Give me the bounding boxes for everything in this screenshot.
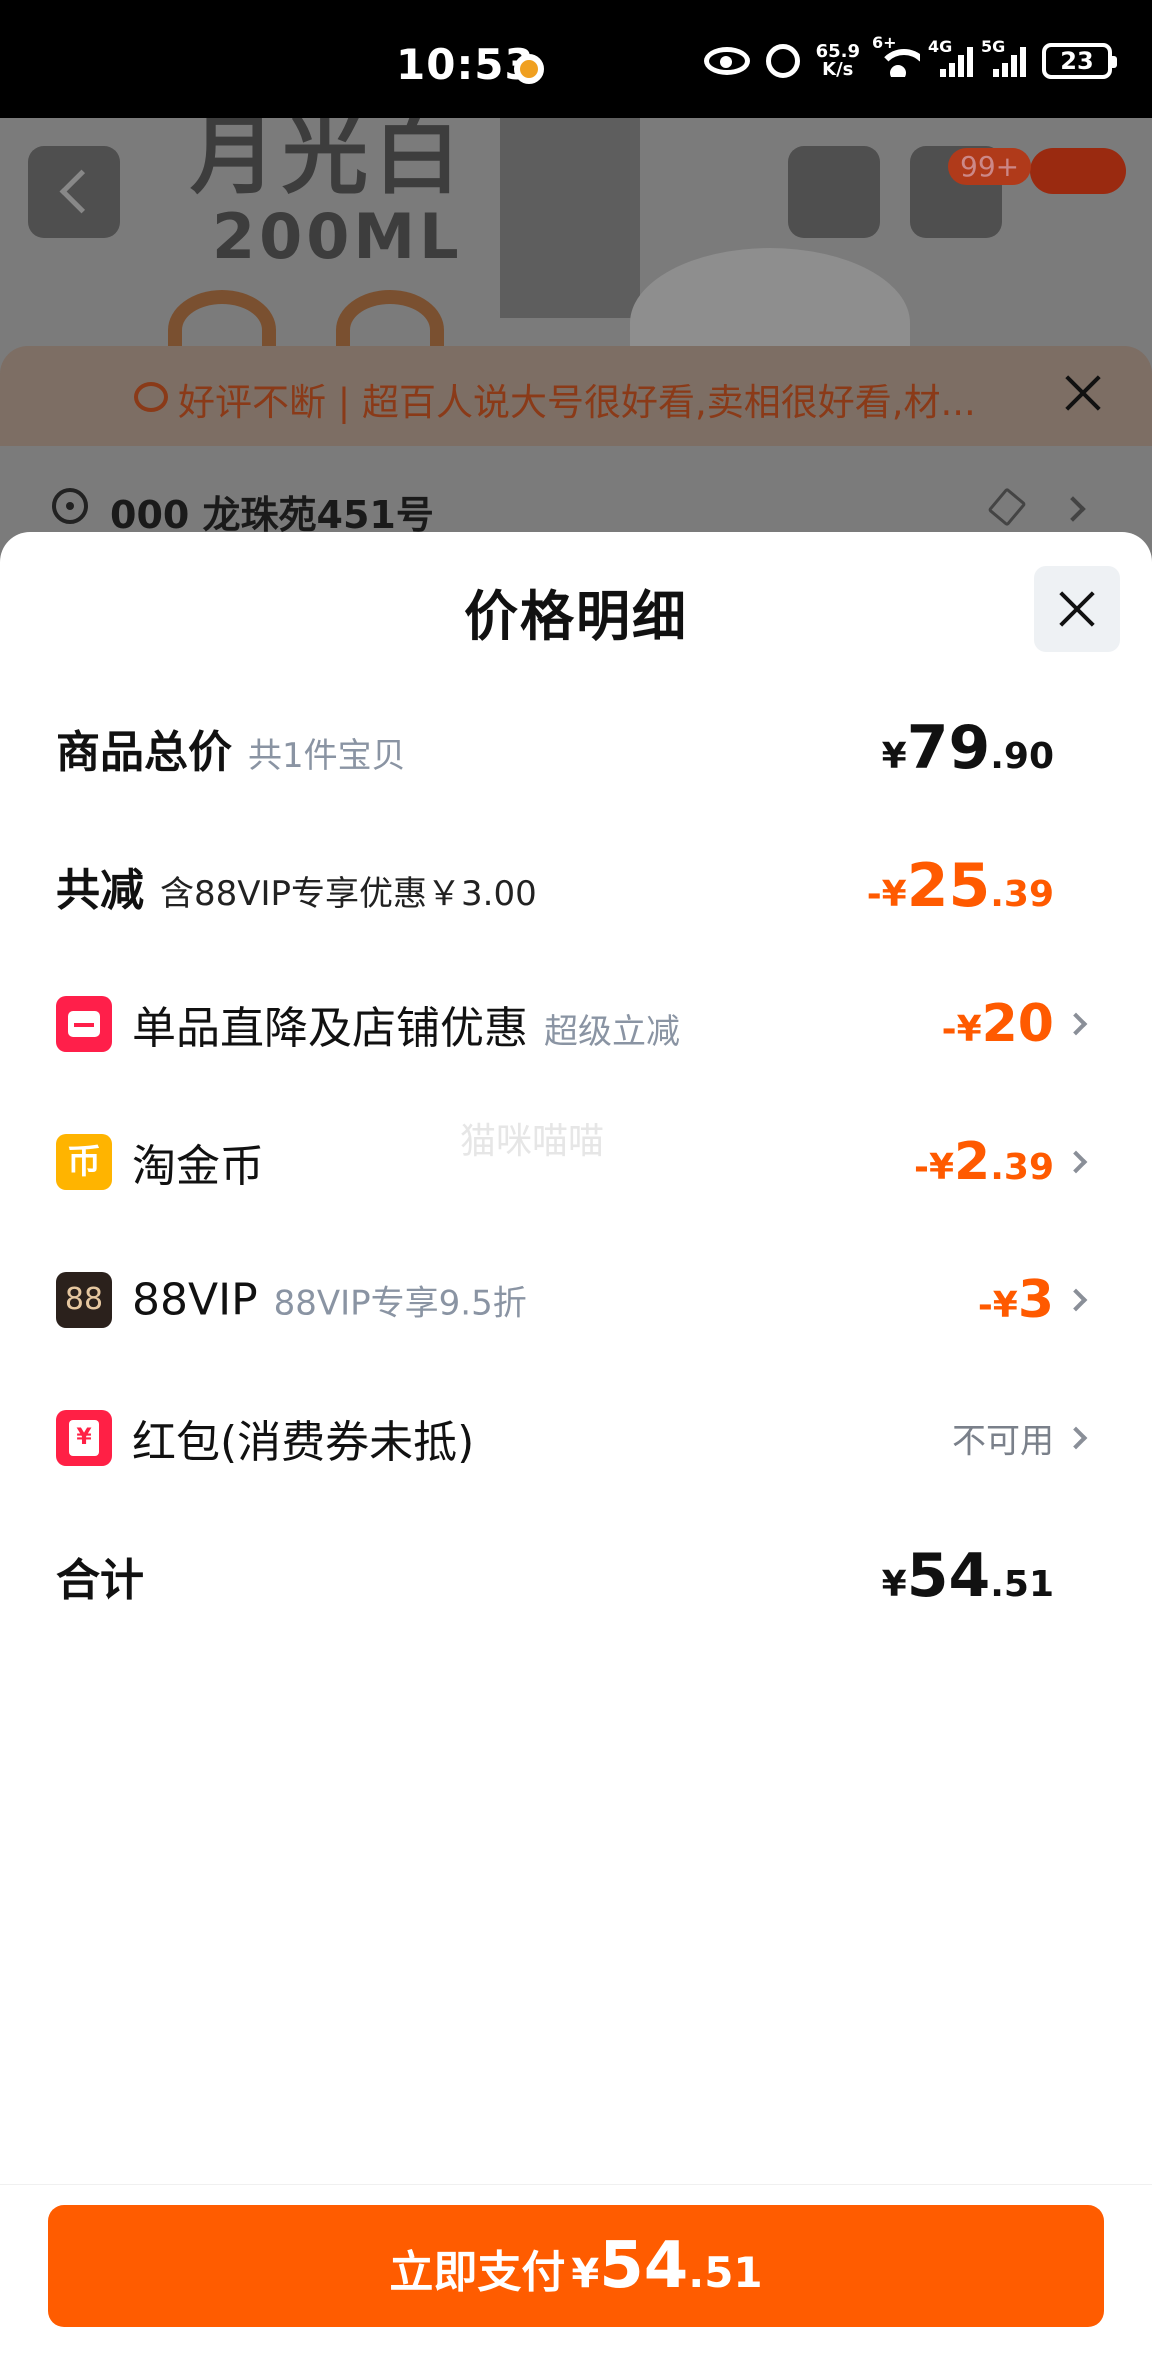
red-packet-status: 不可用 — [952, 1421, 1054, 1462]
vip-amount: -¥3 — [978, 1270, 1054, 1330]
red-packet-icon — [56, 1410, 112, 1466]
currency-symbol: -¥ — [977, 1285, 1018, 1326]
pay-amount-decimal: .51 — [688, 2248, 763, 2297]
pay-currency-symbol: ¥ — [571, 2251, 600, 2297]
wifi-icon — [876, 45, 920, 77]
coin-icon: 币 — [56, 1134, 112, 1190]
eye-icon — [703, 47, 750, 75]
vip-icon: 88 — [56, 1272, 112, 1328]
total-discount-label: 共减 — [56, 865, 144, 916]
chevron-right-icon — [1064, 1288, 1088, 1312]
row-label: 合计 — [56, 1544, 144, 1608]
wifi-group: 6+ — [872, 33, 920, 77]
grand-total-label: 合计 — [56, 1555, 144, 1606]
back-icon[interactable] — [28, 146, 120, 238]
amount-integer: 3 — [1017, 1270, 1054, 1330]
shop-discount-amount: -¥20 — [942, 994, 1054, 1054]
product-image-text: 月光白 — [190, 118, 466, 206]
status-bar: 10:53 65.9 K/s 6+ 4G 5G 23 — [0, 0, 1152, 118]
total-discount-amount: -¥25.39 — [867, 851, 1054, 921]
shop-discount-tag: 超级立减 — [544, 1012, 680, 1052]
amount-decimal: .51 — [990, 1564, 1054, 1605]
network-speed-unit: K/s — [822, 59, 854, 80]
amount-decimal: .39 — [990, 874, 1054, 915]
shop-discount-label: 单品直降及店铺优惠 — [132, 1003, 528, 1054]
share-icon[interactable] — [788, 146, 880, 238]
network-speed: 65.9 K/s — [816, 43, 860, 79]
close-icon[interactable] — [1062, 372, 1104, 414]
amount-integer: 2 — [954, 1132, 991, 1192]
amount-integer: 79 — [906, 713, 991, 783]
more-icon[interactable] — [1030, 148, 1126, 194]
product-bottle-image — [500, 118, 640, 318]
chevron-right-icon — [1064, 1426, 1088, 1450]
row-label: 淘金币 — [132, 1130, 264, 1194]
address-row[interactable]: 000 龙珠苑451号 — [0, 446, 1152, 546]
amount-decimal: .90 — [990, 736, 1054, 777]
price-detail-sheet: 价格明细 商品总价 共1件宝贝 ¥79.90 共减 含88VIP专享优惠￥3.00 … — [0, 532, 1152, 2376]
signal-icon: 4G — [928, 37, 973, 77]
chevron-right-icon — [1064, 1150, 1088, 1174]
row-label: 单品直降及店铺优惠 超级立减 — [132, 992, 680, 1056]
close-icon[interactable] — [1034, 566, 1120, 652]
cart-badge: 99+ — [948, 148, 1032, 185]
chat-bubble-icon — [134, 382, 168, 412]
amount-integer: 25 — [906, 851, 991, 921]
amount-integer: 20 — [981, 994, 1054, 1054]
edit-icon[interactable] — [987, 487, 1027, 527]
taojinbi-label: 淘金币 — [132, 1141, 264, 1192]
currency-symbol: -¥ — [914, 1147, 955, 1188]
vip-discount-tag: 88VIP专享9.5折 — [273, 1283, 527, 1324]
currency-symbol: ¥ — [881, 1564, 907, 1605]
address-text: 000 龙珠苑451号 — [110, 493, 434, 537]
sim1-label: 4G — [928, 37, 953, 56]
amount-integer: 54 — [906, 1541, 991, 1611]
red-packet-label: 红包(消费券未抵) — [132, 1417, 475, 1468]
product-image-volume: 200ML — [212, 200, 463, 273]
sim2-label: 5G — [981, 37, 1006, 56]
row-label: 88VIP 88VIP专享9.5折 — [132, 1275, 527, 1326]
row-label: 共减 含88VIP专享优惠￥3.00 — [56, 854, 537, 918]
shop-icon — [56, 996, 112, 1052]
goods-total-label: 商品总价 — [56, 727, 232, 778]
alarm-icon — [765, 44, 800, 78]
currency-symbol: -¥ — [941, 1009, 982, 1050]
vip-label: 88VIP — [132, 1274, 258, 1326]
pay-button-label: 立即支付 — [389, 2247, 566, 2298]
review-notice-bar[interactable]: 好评不断 | 超百人说大号很好看,卖相很好看,材... — [0, 346, 1152, 446]
taojinbi-amount: -¥2.39 — [914, 1132, 1054, 1192]
location-icon — [52, 488, 88, 524]
goods-total-row: 商品总价 共1件宝贝 ¥79.90 — [0, 698, 1152, 798]
grand-total-amount: ¥54.51 — [882, 1541, 1054, 1611]
vip-row[interactable]: 88 88VIP 88VIP专享9.5折 -¥3 — [0, 1250, 1152, 1350]
signal-icon: 5G — [981, 37, 1026, 77]
pay-bar: 立即支付 ¥54.51 — [0, 2184, 1152, 2376]
recording-indicator-icon — [514, 54, 544, 84]
red-packet-row[interactable]: 红包(消费券未抵) 不可用 — [0, 1388, 1152, 1488]
battery-icon: 23 — [1042, 43, 1117, 79]
watermark-text: 猫咪喵喵 — [460, 1121, 605, 1162]
goods-count: 共1件宝贝 — [248, 736, 406, 776]
currency-symbol: -¥ — [866, 874, 907, 915]
chevron-right-icon — [1064, 1012, 1088, 1036]
grand-total-row: 合计 ¥54.51 — [0, 1526, 1152, 1626]
shop-discount-row[interactable]: 单品直降及店铺优惠 超级立减 -¥20 — [0, 974, 1152, 1074]
goods-total-amount: ¥79.90 — [882, 713, 1054, 783]
total-discount-row: 共减 含88VIP专享优惠￥3.00 -¥25.39 — [0, 836, 1152, 936]
review-notice-text: 好评不断 | 超百人说大号很好看,卖相很好看,材... — [178, 381, 976, 424]
vip-discount-note: 含88VIP专享优惠￥3.00 — [160, 874, 537, 914]
pay-now-button[interactable]: 立即支付 ¥54.51 — [48, 2205, 1104, 2327]
status-icons: 65.9 K/s 6+ 4G 5G 23 — [703, 33, 1117, 86]
currency-symbol: ¥ — [881, 736, 907, 777]
sheet-title: 价格明细 — [464, 585, 688, 648]
pay-amount-integer: 54 — [599, 2229, 689, 2303]
row-label: 商品总价 共1件宝贝 — [56, 716, 406, 780]
chevron-right-icon — [1060, 496, 1086, 522]
amount-decimal: .39 — [990, 1147, 1054, 1188]
row-label: 红包(消费券未抵) — [132, 1406, 474, 1470]
